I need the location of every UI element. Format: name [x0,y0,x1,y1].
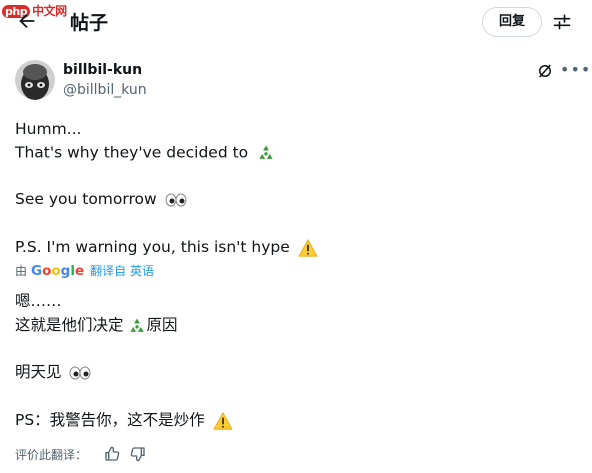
eyes-emoji [69,366,91,379]
more-icon[interactable]: ••• [560,60,591,79]
rate-translation-label: 评价此翻译： [15,448,88,462]
translated-text-line: 这就是他们决定 原因 [15,316,178,334]
back-arrow-icon[interactable] [16,10,38,32]
translation-credit: 由 Google 翻译自 英语 [15,263,154,279]
google-logo: Google [31,263,85,279]
avatar[interactable] [15,60,55,100]
eyes-emoji [165,193,187,206]
translated-text-line: 嗯…… [15,292,62,310]
sliders-icon[interactable] [552,12,572,32]
author-handle[interactable]: @billbil_kun [63,82,147,98]
warning-emoji [212,411,233,430]
post-text-line: P.S. I'm warning you, this isn't hype [15,238,318,257]
recycle-emoji [129,318,144,332]
post-text-line: See you tomorrow [15,190,187,208]
translated-text-line: 明天见 [15,360,91,382]
translated-text-line: PS：我警告你，这不是炒作 [15,408,233,430]
thumbs-up-icon[interactable] [104,446,120,462]
reply-button[interactable]: 回复 [482,7,542,37]
translated-from-link[interactable]: 翻译自 英语 [90,264,154,278]
post-text-line: Humm... [15,120,82,138]
author-name[interactable]: billbil-kun [63,62,142,78]
grok-icon[interactable] [536,62,554,80]
recycle-emoji [259,145,273,159]
top-bar: php 中文网 帖子 回复 [0,0,592,44]
warning-emoji [298,238,318,257]
thumbs-down-icon[interactable] [130,446,146,462]
post-text-line: That's why they've decided to [15,143,276,163]
page-title: 帖子 [70,12,109,34]
